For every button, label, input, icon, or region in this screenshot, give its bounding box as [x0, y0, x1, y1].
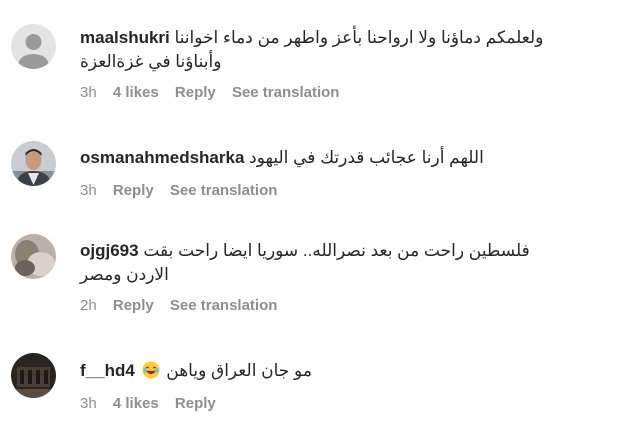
- comment-text: اللهم أرنا عجائب قدرتك في اليهود: [249, 148, 484, 167]
- comment-username[interactable]: osmanahmedsharka: [80, 148, 244, 167]
- default-avatar-icon: [11, 24, 56, 69]
- photo-avatar-icon: [11, 234, 56, 279]
- reply-button[interactable]: Reply: [113, 297, 154, 314]
- see-translation-button[interactable]: See translation: [170, 182, 278, 199]
- see-translation-button[interactable]: See translation: [232, 84, 340, 101]
- comment-meta: 3h 4 likes Reply See translation: [80, 84, 628, 101]
- comment-username[interactable]: maalshukri: [80, 28, 170, 47]
- comment-meta: 3h Reply See translation: [80, 182, 628, 199]
- comment-text: فلسطين راحت من بعد نصرالله.. سوريا ايضا …: [143, 241, 530, 260]
- comment-time: 3h: [80, 182, 97, 199]
- comment-time: 3h: [80, 395, 97, 412]
- reply-button[interactable]: Reply: [175, 84, 216, 101]
- comment-meta: 3h 4 likes Reply: [80, 395, 628, 412]
- likes-count[interactable]: 4 likes: [113, 395, 159, 412]
- see-translation-button[interactable]: See translation: [170, 297, 278, 314]
- avatar[interactable]: [11, 234, 56, 279]
- photo-man-avatar-icon: [11, 141, 56, 186]
- comment-text-continued: الاردن ومصر: [80, 265, 169, 284]
- comment-username[interactable]: f__hd4: [80, 361, 135, 380]
- comment-text-continued: وأبناؤنا في غزةالعزة: [80, 52, 222, 71]
- comment-username[interactable]: ojgj693: [80, 241, 139, 260]
- comment-meta: 2h Reply See translation: [80, 297, 628, 314]
- avatar[interactable]: [11, 141, 56, 186]
- comment-time: 3h: [80, 84, 97, 101]
- comment-text: مو جان العراق وياهن: [166, 361, 312, 380]
- comments-list: maalshukri ولعلمكم دماؤنا ولا ارواحنا بأ…: [0, 0, 640, 443]
- avatar[interactable]: [11, 24, 56, 69]
- comment-text: ولعلمكم دماؤنا ولا ارواحنا بأعز واطهر من…: [174, 28, 544, 47]
- photo-dark-avatar-icon: [11, 353, 56, 398]
- likes-count[interactable]: 4 likes: [113, 84, 159, 101]
- laughing-emoji-icon: [141, 361, 160, 379]
- reply-button[interactable]: Reply: [113, 182, 154, 199]
- comment-time: 2h: [80, 297, 97, 314]
- avatar[interactable]: [11, 353, 56, 398]
- reply-button[interactable]: Reply: [175, 395, 216, 412]
